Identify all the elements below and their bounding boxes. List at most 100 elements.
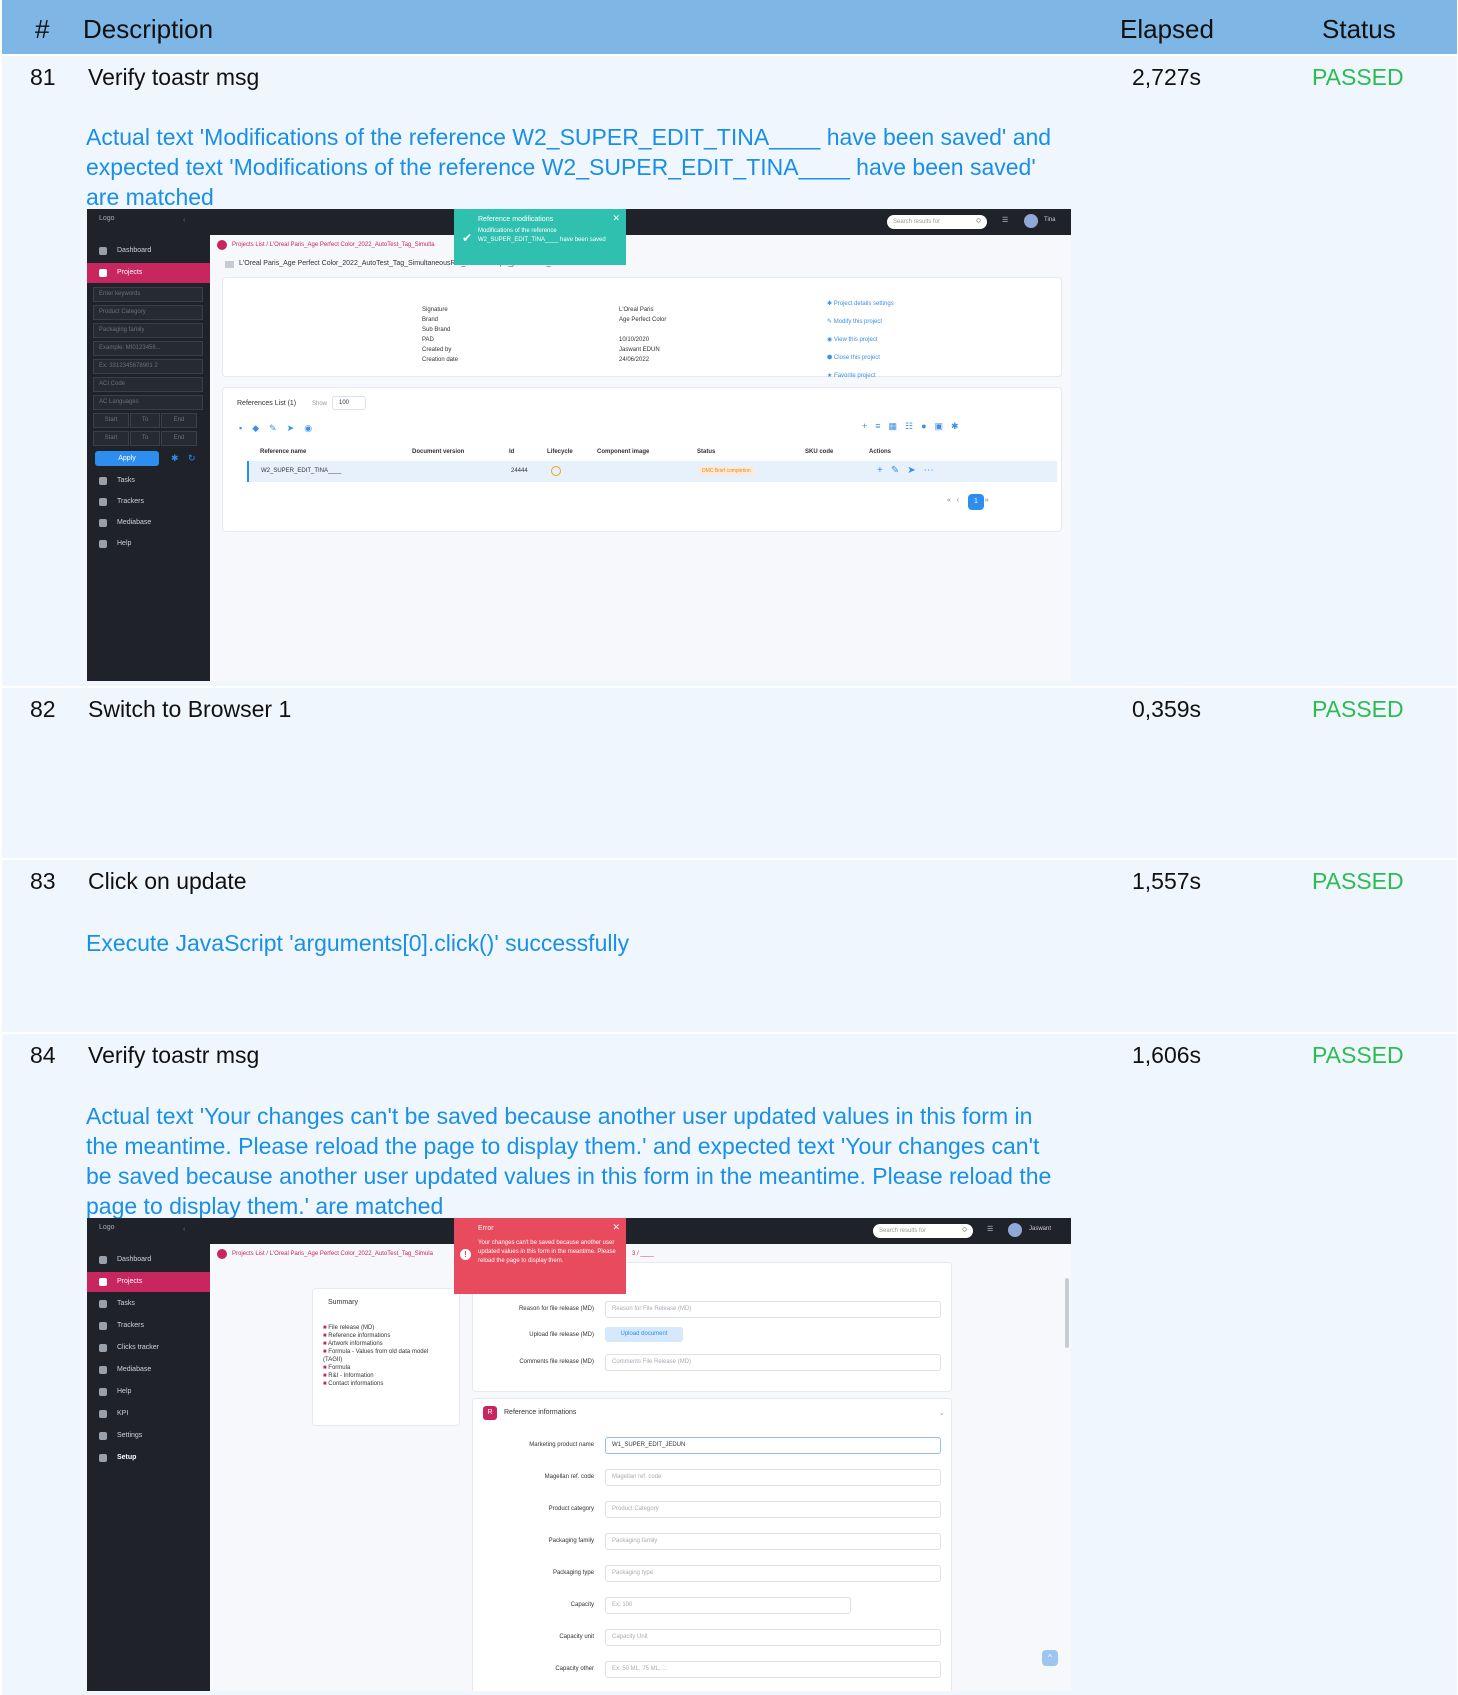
summary-title: Summary <box>328 1299 358 1306</box>
sidebar-item-dashboard[interactable]: Dashboard <box>87 1250 210 1270</box>
date-end[interactable]: End <box>161 413 197 428</box>
summary-item[interactable]: ■ Contact informations <box>323 1380 448 1388</box>
search-icon[interactable]: ○ <box>962 1224 967 1234</box>
avatar[interactable] <box>1008 1223 1022 1237</box>
toolbar-icons[interactable]: ▪◆✎➤◉ <box>239 423 322 434</box>
col-id[interactable]: Id <box>509 449 514 455</box>
scroll-top-button[interactable]: ^ <box>1042 1650 1058 1666</box>
error-toast: ! ✕ Error Your changes can't be saved be… <box>454 1218 626 1294</box>
capacity-unit-select[interactable]: Capacity Unit <box>605 1629 941 1646</box>
col-actions: Actions <box>869 449 892 455</box>
show-select[interactable]: 100 <box>332 396 366 410</box>
screenshot-1: Logo ‹ Search results for ○ ☰ Tina Dashb… <box>87 209 1071 681</box>
sidebar-item-clicks-tracker[interactable]: Clicks tracker <box>87 1338 210 1358</box>
view-project-link[interactable]: ◉ View this project <box>827 331 894 349</box>
step-status: PASSED <box>1312 64 1404 90</box>
logo: Logo <box>99 1224 115 1231</box>
sidebar-item-setup[interactable]: Setup <box>87 1448 210 1468</box>
help-icon <box>99 1388 107 1396</box>
category-select[interactable]: Product Category <box>605 1501 941 1518</box>
filter-ean[interactable]: Ex: 3312345678901 2 <box>93 359 203 374</box>
search-icon[interactable]: ○ <box>976 215 981 225</box>
sidebar-item-kpi[interactable]: KPI <box>87 1404 210 1424</box>
search-input[interactable]: Search results for <box>887 215 987 229</box>
folder-badge-icon <box>217 240 227 250</box>
table-row[interactable]: W2_SUPER_EDIT_TINA____ 24444 DMC Brief c… <box>247 461 1057 482</box>
col-sku[interactable]: SKU code <box>805 449 833 455</box>
row-actions[interactable]: +✎➤⋯ <box>877 465 942 476</box>
sidebar-item-mediabase[interactable]: Mediabase <box>87 1360 210 1380</box>
show-label: Show <box>312 401 328 407</box>
magellan-input[interactable]: Magellan ref. code <box>605 1469 941 1486</box>
close-icon[interactable]: ✕ <box>612 213 620 223</box>
summary-item[interactable]: ■ File release (MD) <box>323 1324 448 1332</box>
sidebar-item-dashboard[interactable]: Dashboard <box>87 241 210 261</box>
sidebar-item-settings[interactable]: Settings <box>87 1426 210 1446</box>
apply-button[interactable]: Apply <box>95 451 159 466</box>
menu-icon[interactable]: ☰ <box>987 1225 993 1233</box>
filter-aci[interactable]: ACI Code <box>93 377 203 392</box>
scrollbar[interactable] <box>1065 1278 1069 1348</box>
trackers-icon <box>99 498 107 506</box>
sidebar-item-trackers[interactable]: Trackers <box>87 1316 210 1336</box>
sidebar-item-projects[interactable]: Projects <box>87 263 210 283</box>
sidebar-item-help[interactable]: Help <box>87 534 210 554</box>
step-elapsed: 1,557s <box>1132 868 1202 894</box>
project-settings-link[interactable]: ✱ Project details settings <box>827 295 894 313</box>
breadcrumb-tail[interactable]: 3 / ____ <box>632 1251 654 1257</box>
marketing-name-input[interactable]: W1_SUPER_EDIT_JEDUN <box>605 1437 941 1454</box>
modify-project-link[interactable]: ✎ Modify this project <box>827 313 894 331</box>
close-icon[interactable]: ✕ <box>612 1222 620 1232</box>
toast-title: Reference modifications <box>478 216 554 223</box>
col-num: # <box>35 14 50 44</box>
packaging-type-select[interactable]: Packaging type <box>605 1565 941 1582</box>
summary-item[interactable]: ■ R&I - Information <box>323 1372 448 1380</box>
summary-item[interactable]: ■ Reference informations <box>323 1332 448 1340</box>
view-icons[interactable]: +≡▦☷●▣✱ <box>862 421 967 432</box>
collapse-icon[interactable]: ‹ <box>183 1226 185 1233</box>
close-project-link[interactable]: ⬢ Close this project <box>827 349 894 367</box>
breadcrumb[interactable]: Projects List / L'Oreal Paris_Age Perfec… <box>232 242 435 248</box>
capacity-input[interactable]: Ex: 100 <box>605 1597 851 1614</box>
field-label: Marketing product name <box>529 1442 594 1448</box>
menu-icon[interactable]: ☰ <box>1002 216 1008 224</box>
date-end-2[interactable]: End <box>161 431 197 446</box>
chevron-down-icon[interactable]: ⌄ <box>939 1409 945 1417</box>
upload-button[interactable]: Upload document <box>605 1327 683 1342</box>
lifecycle-icon <box>551 466 561 476</box>
reason-select[interactable]: Reason for File Release (MD) <box>605 1301 941 1318</box>
page-1-button[interactable]: 1 <box>968 494 984 510</box>
sidebar-item-tasks[interactable]: Tasks <box>87 471 210 491</box>
sidebar-item-mediabase[interactable]: Mediabase <box>87 513 210 533</box>
refresh-icon[interactable]: ↻ <box>188 453 196 464</box>
filter-mi[interactable]: Example: MI0123456... <box>93 341 203 356</box>
capacity-other-input[interactable]: Ex: 50 ML, 75 ML, ... <box>605 1661 941 1678</box>
filter-category[interactable]: Product Category <box>93 305 203 320</box>
date-start[interactable]: Start <box>93 413 129 428</box>
date-start-2[interactable]: Start <box>93 431 129 446</box>
summary-item[interactable]: ■ Artwork informations <box>323 1340 448 1348</box>
col-ref-name[interactable]: Reference name <box>260 449 306 455</box>
field-label: Packaging type <box>552 1570 594 1576</box>
gear-icon[interactable]: ✱ <box>171 453 179 464</box>
sidebar-item-trackers[interactable]: Trackers <box>87 492 210 512</box>
collapse-icon[interactable]: ‹ <box>183 217 185 224</box>
sidebar-item-help[interactable]: Help <box>87 1382 210 1402</box>
sidebar-item-tasks[interactable]: Tasks <box>87 1294 210 1314</box>
ref-name[interactable]: W2_SUPER_EDIT_TINA____ <box>261 468 341 474</box>
avatar[interactable] <box>1024 214 1038 228</box>
summary-item[interactable]: ■ Formula - Values from old data model (… <box>323 1348 448 1364</box>
comments-textarea[interactable]: Comments File Release (MD) <box>605 1354 941 1371</box>
search-input[interactable]: Search results for <box>873 1224 973 1238</box>
filter-languages[interactable]: AC Languages <box>93 395 203 410</box>
favorite-project-link[interactable]: ★ Favorite project <box>827 367 894 385</box>
sidebar-item-projects[interactable]: Projects <box>87 1272 210 1292</box>
filter-keywords[interactable]: Enter keywords <box>93 287 203 302</box>
step-desc: Verify toastr msg <box>88 1042 260 1068</box>
summary-item[interactable]: ■ Formula <box>323 1364 448 1372</box>
filter-packaging[interactable]: Packaging family <box>93 323 203 338</box>
breadcrumb[interactable]: Projects List / L'Oreal Paris_Age Perfec… <box>232 1251 433 1257</box>
packaging-family-select[interactable]: Packaging family <box>605 1533 941 1550</box>
media-icon <box>99 1366 107 1374</box>
check-icon: ✔ <box>462 231 473 245</box>
